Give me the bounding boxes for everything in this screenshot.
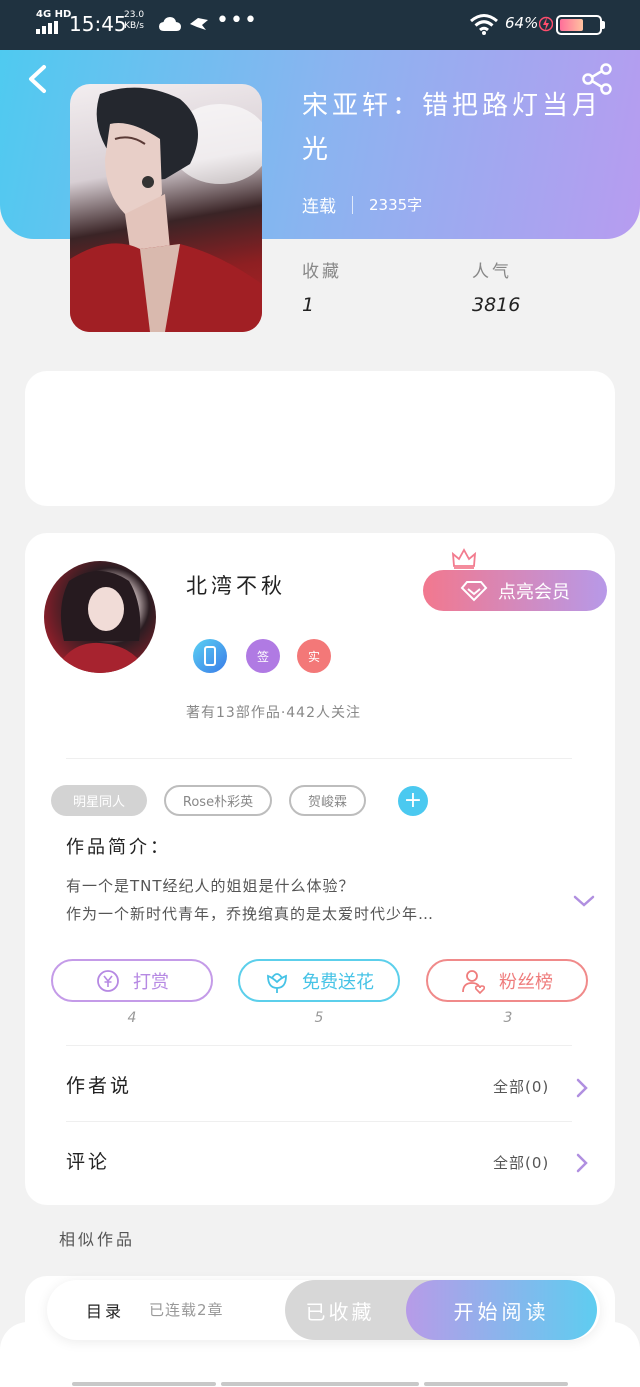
meta-divider xyxy=(352,195,353,214)
tip-label: 打赏 xyxy=(133,971,169,993)
intro-title: 作品简介： xyxy=(66,837,171,858)
collect-value: 1 xyxy=(302,294,315,316)
nav-indicator xyxy=(424,1382,568,1386)
flower-icon xyxy=(267,972,287,993)
fans-icon xyxy=(462,969,486,994)
status-bar: 4G HD 15:45 23.0 KB/s ••• 64% xyxy=(0,0,640,50)
author-says-all[interactable]: 全部(0) xyxy=(493,1076,549,1097)
back-icon[interactable] xyxy=(24,64,50,94)
serial-chapters: 已连载2章 xyxy=(149,1301,224,1319)
nav-indicator xyxy=(221,1382,419,1386)
serial-status: 连载 xyxy=(302,197,336,217)
chevron-down-icon[interactable] xyxy=(572,892,596,910)
comments-label[interactable]: 评论 xyxy=(66,1147,110,1174)
signal-icon xyxy=(36,21,58,34)
cover-portrait xyxy=(70,87,262,332)
signed-badge[interactable]: 签 xyxy=(246,639,280,673)
author-says-label[interactable]: 作者说 xyxy=(66,1071,132,1098)
comments-all[interactable]: 全部(0) xyxy=(493,1152,549,1173)
word-count: 2335字 xyxy=(369,196,423,214)
book-meta: 连载 2335字 xyxy=(302,192,422,217)
author-works-stat: 著有13部作品·442人关注 xyxy=(186,705,361,721)
fan-count: 3 xyxy=(503,1010,513,1026)
popularity-stat: 人气 3816 xyxy=(472,257,520,316)
tip-count: 4 xyxy=(127,1010,137,1026)
tag-item[interactable]: Rose朴彩英 xyxy=(164,785,272,816)
flower-count: 5 xyxy=(314,1010,324,1026)
divider xyxy=(66,1045,572,1046)
wifi-icon xyxy=(470,14,498,35)
charging-icon xyxy=(539,16,553,32)
collect-label: 收藏 xyxy=(302,262,342,282)
speed-value: 23.0 xyxy=(124,10,145,20)
battery-percent: 64% xyxy=(505,14,539,32)
nav-indicator xyxy=(72,1382,216,1386)
speed-unit: KB/s xyxy=(124,21,144,31)
network-speed: 23.0 KB/s xyxy=(124,10,144,32)
catalog-button[interactable]: 目录 xyxy=(86,1298,124,1322)
popularity-label: 人气 xyxy=(472,262,512,282)
vip-button-label: 点亮会员 xyxy=(498,581,570,603)
phone-badge-icon[interactable] xyxy=(193,639,227,673)
chevron-right-icon[interactable] xyxy=(574,1077,590,1099)
tip-button[interactable]: 打赏 xyxy=(51,959,213,1002)
collect-stat: 收藏 1 xyxy=(302,257,342,316)
fan-ranking-button[interactable]: 粉丝榜 xyxy=(426,959,588,1002)
vip-button[interactable]: 点亮会员 xyxy=(423,570,607,611)
send-flower-label: 免费送花 xyxy=(302,971,374,993)
app-notification-icon xyxy=(190,18,208,30)
verified-badge[interactable]: 实 xyxy=(297,639,331,673)
network-type: 4G HD xyxy=(36,9,72,20)
add-tag-button[interactable]: + xyxy=(398,786,428,816)
divider xyxy=(66,1121,572,1122)
tag-item[interactable]: 贺峻霖 xyxy=(289,785,366,816)
more-notifications-icon: ••• xyxy=(216,8,258,33)
avatar-portrait xyxy=(54,571,148,673)
clock: 15:45 xyxy=(69,12,127,36)
crown-icon xyxy=(451,548,477,569)
start-reading-button[interactable]: 开始阅读 xyxy=(406,1280,597,1340)
battery-icon xyxy=(556,15,602,35)
book-title: 宋亚轩：错把路灯当月光 xyxy=(302,91,603,165)
author-avatar[interactable] xyxy=(44,561,156,673)
popularity-value: 3816 xyxy=(472,294,521,316)
yen-icon xyxy=(97,969,119,992)
tag-item[interactable]: 明星同人 xyxy=(51,785,147,816)
send-flower-button[interactable]: 免费送花 xyxy=(238,959,400,1002)
author-name[interactable]: 北湾不秋 xyxy=(186,570,286,600)
weather-cloud-icon xyxy=(159,17,181,31)
book-cover-image[interactable] xyxy=(70,84,262,332)
fan-ranking-label: 粉丝榜 xyxy=(499,971,553,993)
intro-line: 有一个是TNT经纪人的姐姐是什么体验？ xyxy=(66,877,355,895)
divider xyxy=(66,758,572,759)
battery-tip xyxy=(602,21,605,29)
chevron-right-icon[interactable] xyxy=(574,1152,590,1174)
empty-card xyxy=(25,371,615,506)
collected-label: 已收藏 xyxy=(305,1299,375,1324)
intro-text: 有一个是TNT经纪人的姐姐是什么体验？ 作为一个新时代青年，乔挽绾真的是太爱时代… xyxy=(66,872,546,928)
intro-line: 作为一个新时代青年，乔挽绾真的是太爱时代少年… xyxy=(66,905,435,923)
similar-works-heading: 相似作品 xyxy=(59,1230,136,1249)
gem-icon xyxy=(460,580,488,601)
